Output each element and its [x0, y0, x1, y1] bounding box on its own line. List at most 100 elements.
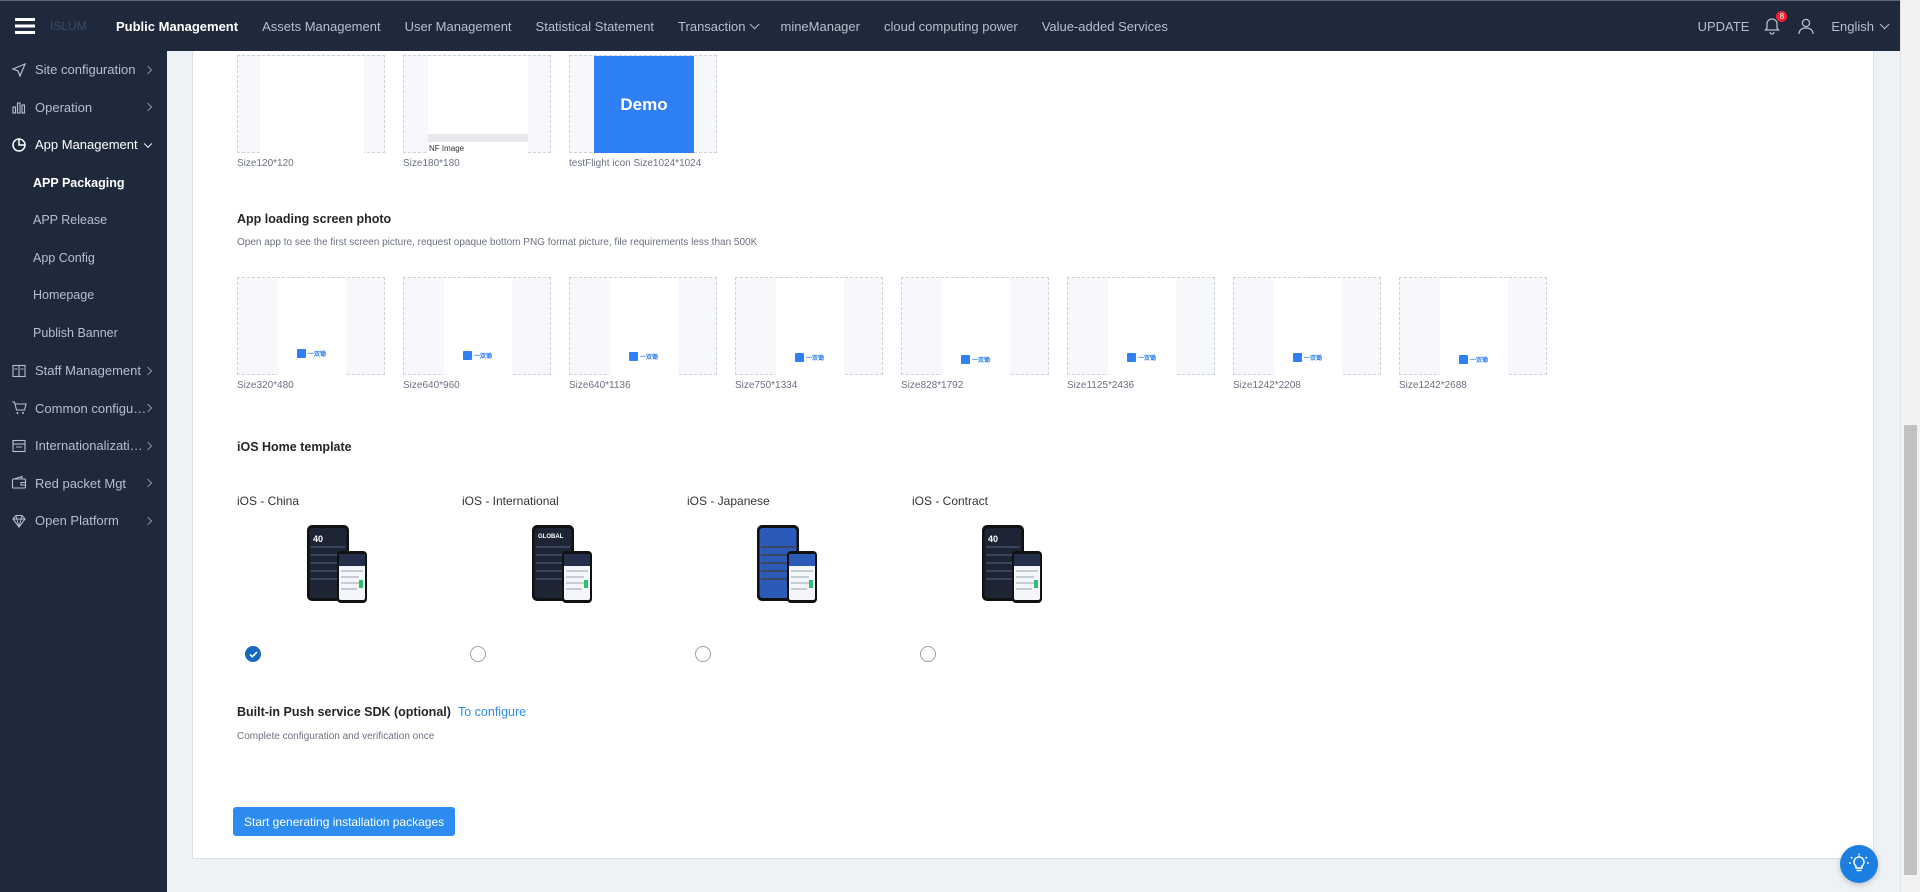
nav-item[interactable]: Transaction — [666, 1, 768, 52]
loading-screen-preview: 一双锄 — [278, 278, 346, 375]
sidebar-subitem[interactable]: App Config — [0, 239, 167, 277]
nav-item[interactable]: mineManager — [768, 1, 872, 52]
page-scrollbar[interactable] — [1900, 0, 1920, 892]
sidebar-subitem[interactable]: APP Packaging — [0, 164, 167, 202]
start-generating-button[interactable]: Start generating installation packages — [233, 807, 456, 836]
sidebar: Site configuration Operation App Managemen… — [0, 51, 167, 892]
template-preview-image[interactable]: GLOBAL — [530, 524, 594, 604]
template-label: iOS - Contract — [912, 494, 989, 508]
brand-logo[interactable]: ISLUM — [50, 19, 104, 33]
icon-upload-180[interactable]: NF Image — [403, 55, 551, 153]
sidebar-item-label: Red packet Mgt — [35, 475, 127, 491]
icon-upload-testflight[interactable]: Demo — [569, 55, 717, 153]
notification-badge: 8 — [1776, 11, 1788, 22]
icon-caption: testFlight icon Size1024*1024 — [569, 158, 702, 169]
loading-screen-upload[interactable]: 一双锄 — [403, 277, 551, 375]
language-selector[interactable]: English — [1831, 18, 1890, 34]
sidebar-item[interactable]: Red packet Mgt — [0, 465, 167, 503]
sidebar-item-label: Common configura... — [35, 400, 147, 416]
sidebar-item[interactable]: Site configuration — [0, 51, 167, 89]
loading-size-caption: Size1242*2208 — [1233, 380, 1301, 391]
nav-item[interactable]: Assets Management — [250, 1, 393, 52]
nav-item-label: cloud computing power — [883, 18, 1018, 34]
template-radio[interactable] — [470, 646, 486, 662]
app-logo-text: 一双锄 — [1138, 356, 1157, 362]
loading-size-caption: Size1242*2688 — [1399, 380, 1467, 391]
loading-size-caption: Size828*1792 — [901, 380, 964, 391]
loading-screen-upload[interactable]: 一双锄 — [1399, 277, 1547, 375]
menu-toggle-icon[interactable] — [0, 1, 50, 52]
push-configure-link[interactable]: To configure — [458, 705, 526, 719]
top-navbar: ISLUM Public Management Assets Management… — [0, 0, 1900, 51]
demo-icon-preview: Demo — [594, 56, 694, 153]
app-logo-icon: 一双锄 — [463, 351, 492, 360]
chevron-right-icon — [143, 479, 153, 488]
chevron-right-icon — [143, 65, 153, 75]
loading-screen-preview: 一双锄 — [1108, 278, 1176, 375]
sidebar-item[interactable]: App Management — [0, 126, 167, 164]
loading-screen-upload[interactable]: 一双锄 — [1067, 277, 1215, 375]
nav-item[interactable]: cloud computing power — [872, 1, 1030, 52]
loading-size-caption: Size640*1136 — [569, 380, 631, 391]
loading-screen-preview: 一双锄 — [942, 278, 1010, 375]
sidebar-item[interactable]: Internationalization... — [0, 427, 167, 465]
template-label: iOS - Japanese — [687, 494, 770, 508]
loading-screen-preview: 一双锄 — [776, 278, 844, 375]
user-icon[interactable] — [1797, 17, 1815, 35]
template-radio[interactable] — [920, 646, 936, 662]
notification-bell-icon[interactable]: 8 — [1763, 11, 1788, 35]
template-preview-image[interactable]: 40 — [305, 524, 369, 604]
template-radio[interactable] — [245, 646, 261, 662]
app-logo-text: 一双锄 — [308, 352, 327, 358]
app-packaging-panel: Size120*120 NF Image Size180*180 Demo te… — [192, 51, 1874, 859]
chevron-right-icon — [143, 516, 153, 526]
sidebar-item-label: Internationalization... — [35, 438, 147, 454]
main-content: Size120*120 NF Image Size180*180 Demo te… — [167, 51, 1900, 892]
template-preview-image[interactable] — [755, 524, 819, 604]
loading-screen-preview: 一双锄 — [610, 278, 678, 375]
loading-screen-upload[interactable]: 一双锄 — [735, 277, 883, 375]
check-icon — [249, 651, 258, 658]
loading-screen-preview: 一双锄 — [1440, 278, 1508, 375]
template-radio[interactable] — [695, 646, 711, 662]
app-logo-text: 一双锄 — [640, 355, 659, 361]
loading-screen-upload[interactable]: 一双锄 — [569, 277, 717, 375]
help-lightbulb-button[interactable] — [1840, 845, 1878, 883]
nav-item-label: mineManager — [780, 18, 860, 34]
sidebar-item-label: Open Platform — [35, 513, 119, 529]
update-link[interactable]: UPDATE — [1698, 19, 1750, 34]
app-logo-icon: 一双锄 — [1459, 355, 1488, 364]
loading-screen-upload[interactable]: 一双锄 — [237, 277, 385, 375]
loading-screen-upload[interactable]: 一双锄 — [901, 277, 1049, 375]
sidebar-item[interactable]: Open Platform — [0, 502, 167, 540]
nav-item[interactable]: Statistical Statement — [524, 1, 667, 52]
icon-caption: Size180*180 — [403, 158, 460, 169]
nav-item[interactable]: User Management — [393, 1, 524, 52]
sidebar-subitem[interactable]: APP Release — [0, 201, 167, 239]
sidebar-subitem[interactable]: Homepage — [0, 277, 167, 315]
push-sdk-desc: Complete configuration and verification … — [237, 731, 435, 742]
scrollbar-thumb[interactable] — [1904, 425, 1917, 875]
app-logo-icon: 一双锄 — [629, 352, 658, 361]
window-icon — [11, 438, 27, 454]
loading-screen-preview: 一双锄 — [444, 278, 512, 375]
sidebar-item[interactable]: Common configura... — [0, 389, 167, 427]
nav-item-label: Value-added Services — [1041, 18, 1168, 34]
app-logo-icon: 一双锄 — [297, 349, 326, 358]
loading-size-caption: Size320*480 — [237, 380, 294, 391]
template-preview-image[interactable]: 40 — [980, 524, 1044, 604]
sidebar-item[interactable]: Operation — [0, 89, 167, 127]
book-icon — [11, 363, 27, 379]
wallet-icon — [11, 475, 27, 491]
sidebar-subitem[interactable]: Publish Banner — [0, 314, 167, 352]
sidebar-item-label: Operation — [35, 99, 93, 115]
nav-item[interactable]: Public Management — [104, 1, 250, 52]
language-label: English — [1831, 18, 1874, 34]
nav-item-label: Transaction — [678, 18, 746, 34]
sidebar-item[interactable]: Staff Management — [0, 352, 167, 390]
nav-item[interactable]: Value-added Services — [1030, 1, 1180, 52]
icon-upload-120[interactable] — [237, 55, 385, 153]
loading-screen-upload[interactable]: 一双锄 — [1233, 277, 1381, 375]
app-logo-icon: 一双锄 — [795, 353, 824, 362]
app-logo-text: 一双锄 — [972, 358, 991, 364]
